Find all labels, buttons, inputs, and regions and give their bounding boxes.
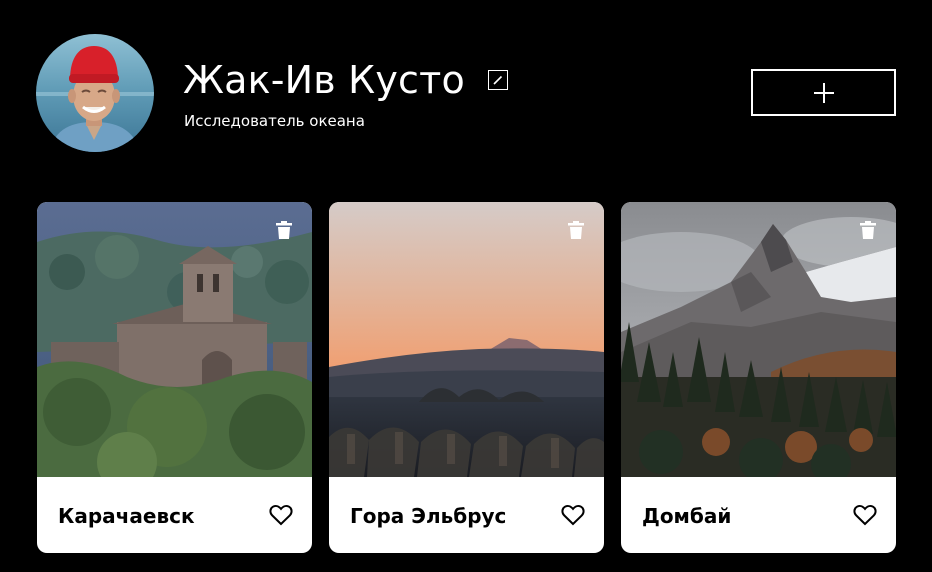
card-image[interactable] — [621, 202, 896, 477]
card-caption: Карачаевск — [37, 477, 312, 553]
profile-name: Жак-Ив Кусто — [183, 58, 465, 102]
like-button[interactable] — [853, 504, 877, 526]
card-image[interactable] — [329, 202, 604, 477]
delete-card-button[interactable] — [858, 220, 878, 240]
pencil-icon — [493, 75, 503, 85]
profile-about: Исследователь океана — [184, 112, 365, 130]
card-title: Карачаевск — [58, 504, 195, 528]
page: Жак-Ив Кусто Исследователь океана Карача… — [0, 0, 932, 572]
card: Домбай — [621, 202, 896, 553]
trash-icon — [276, 221, 292, 239]
card-caption: Гора Эльбрус — [329, 477, 604, 553]
plus-icon — [813, 82, 834, 103]
like-button[interactable] — [561, 504, 585, 526]
edit-profile-button[interactable] — [488, 70, 508, 90]
trash-icon — [860, 221, 876, 239]
delete-card-button[interactable] — [566, 220, 586, 240]
heart-icon — [269, 504, 293, 526]
card-image[interactable] — [37, 202, 312, 477]
card-caption: Домбай — [621, 477, 896, 553]
card: Карачаевск — [37, 202, 312, 553]
trash-icon — [568, 221, 584, 239]
heart-icon — [853, 504, 877, 526]
delete-card-button[interactable] — [274, 220, 294, 240]
like-button[interactable] — [269, 504, 293, 526]
heart-icon — [561, 504, 585, 526]
add-card-button[interactable] — [751, 69, 896, 116]
avatar[interactable] — [36, 34, 154, 152]
card: Гора Эльбрус — [329, 202, 604, 553]
card-title: Гора Эльбрус — [350, 504, 507, 528]
card-title: Домбай — [642, 504, 732, 528]
